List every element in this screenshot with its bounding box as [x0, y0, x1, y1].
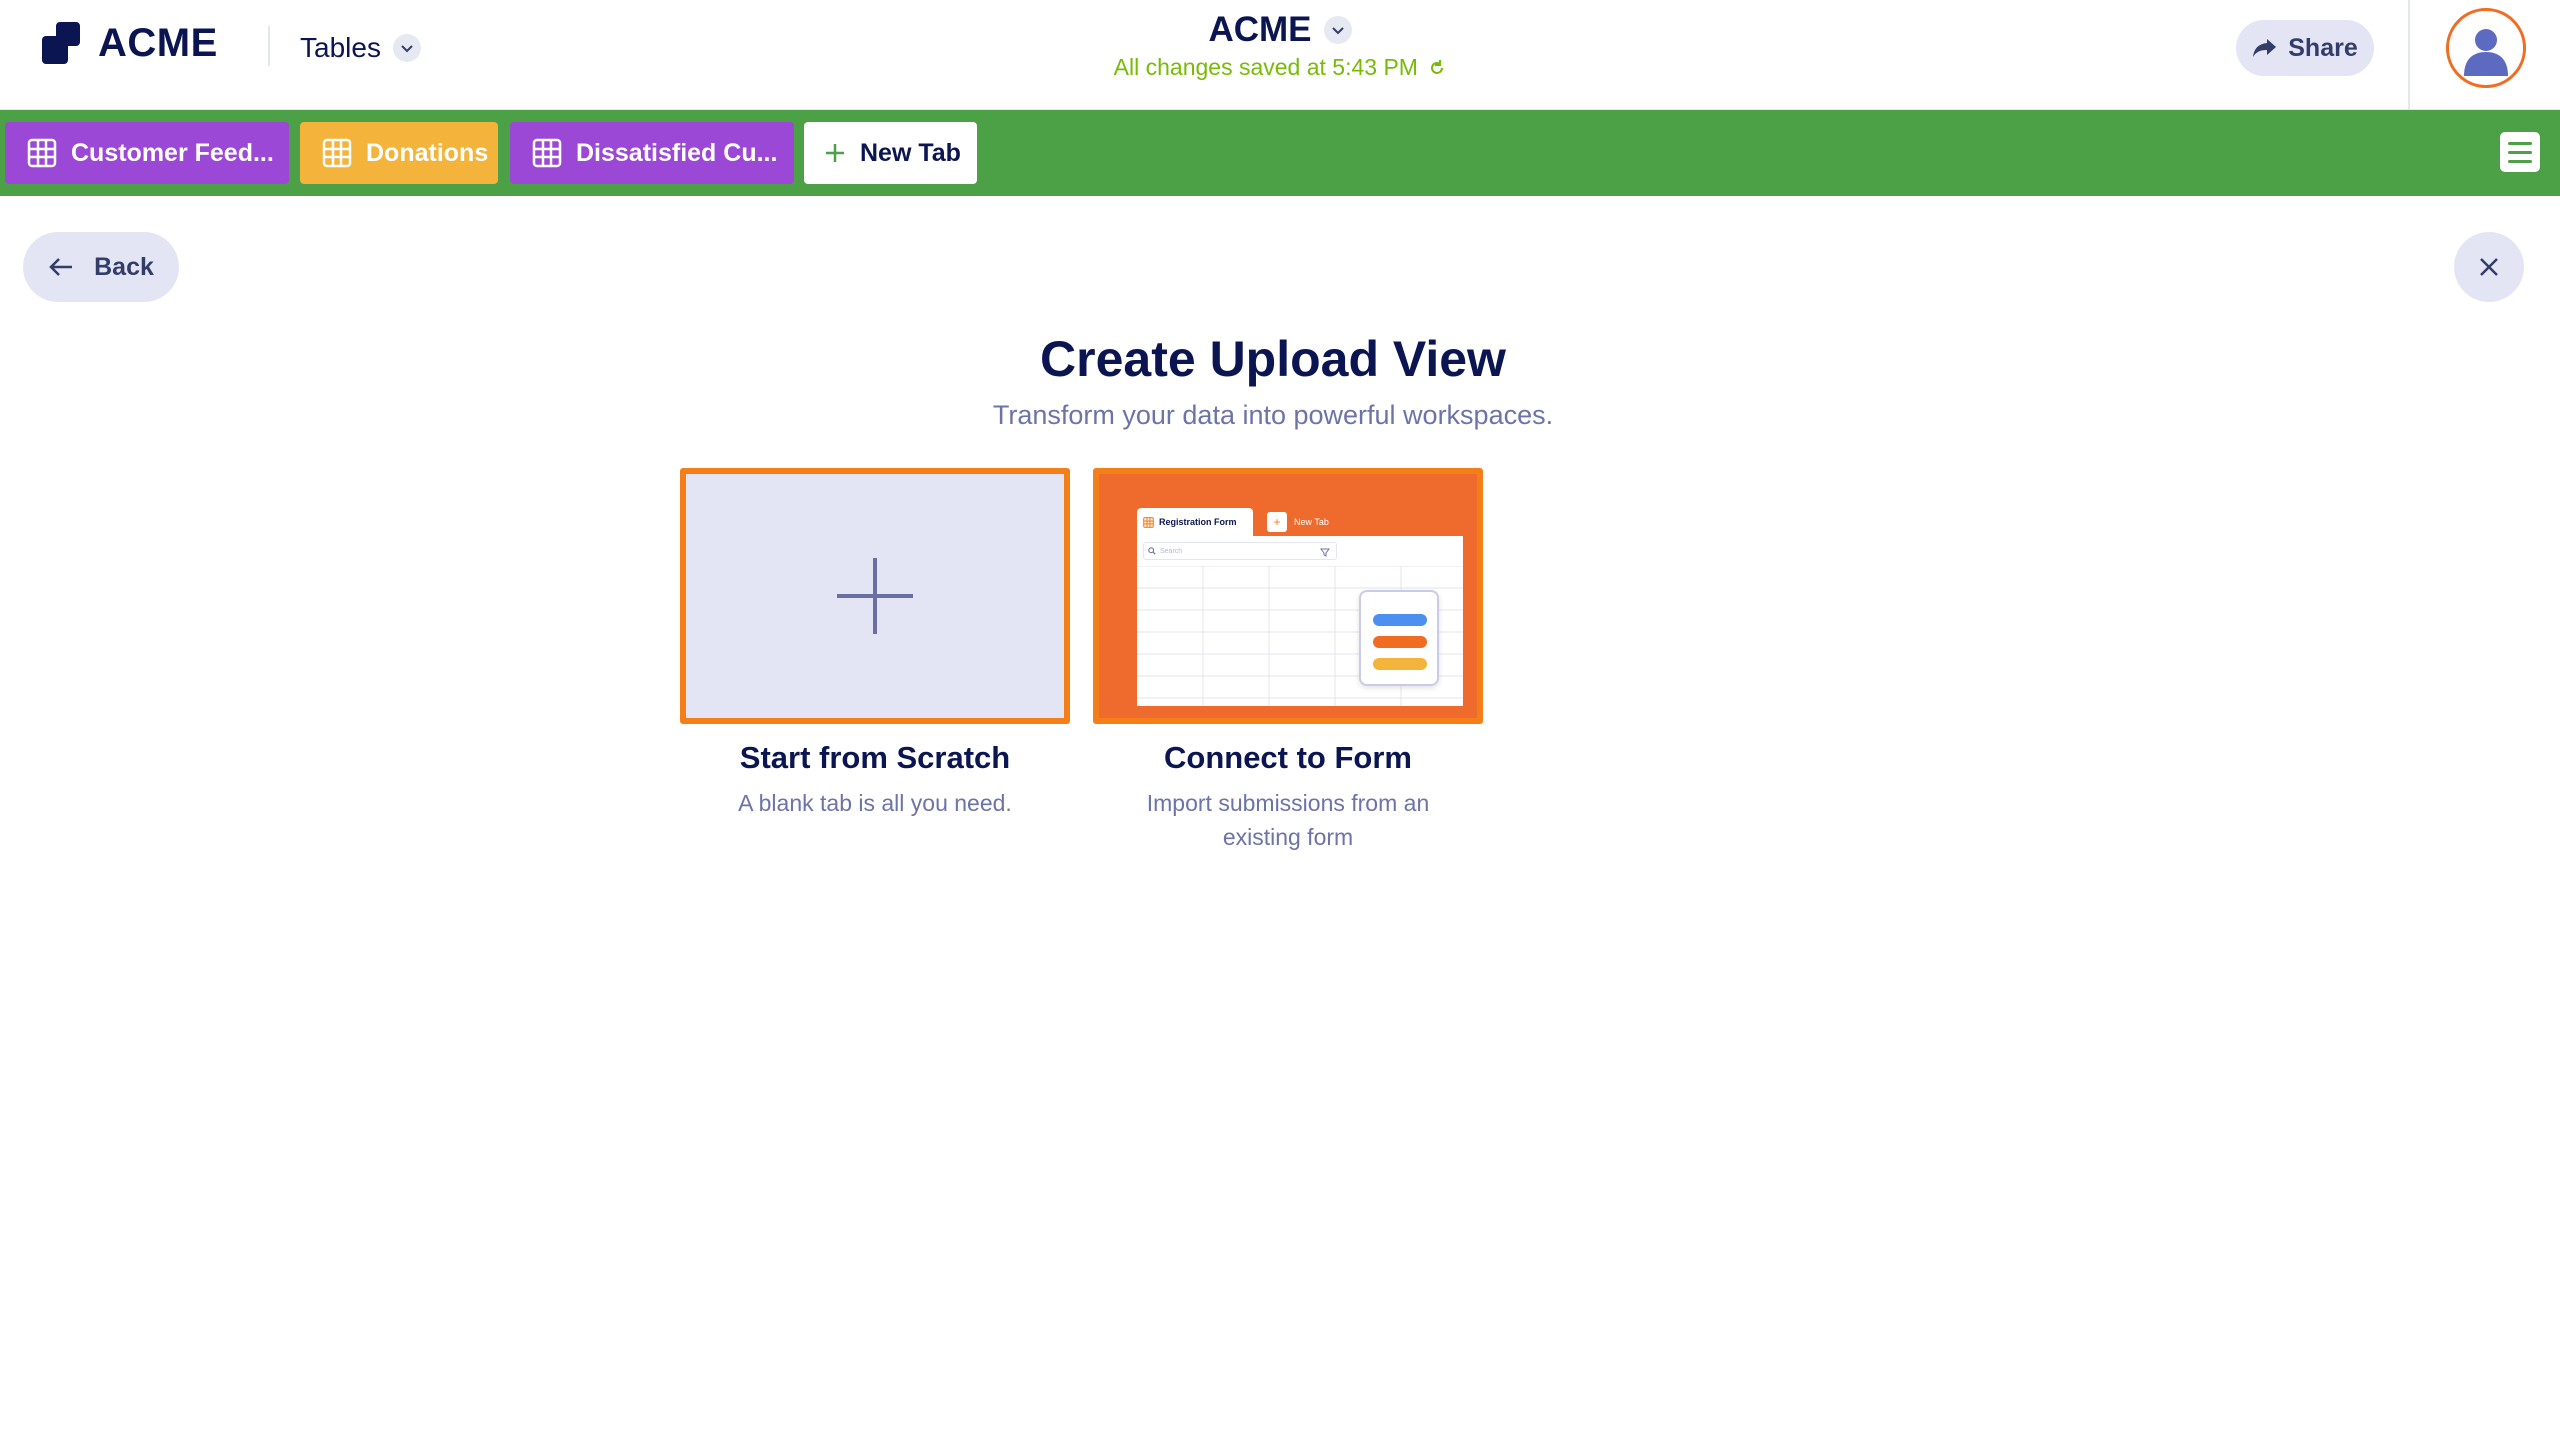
- new-tab-label: New Tab: [860, 138, 961, 167]
- back-label: Back: [94, 252, 154, 281]
- option-description-line: Import submissions from an: [1146, 790, 1430, 816]
- app-title-block: ACME All changes saved at 5:43 PM: [1080, 10, 1480, 81]
- chevron-down-icon: [392, 34, 421, 62]
- filter-icon: [1319, 545, 1331, 557]
- top-header: ACME Tables ACME All changes saved at 5:…: [0, 0, 2560, 110]
- connect-form-preview[interactable]: Registration Form + New Tab Search: [1093, 468, 1483, 724]
- table-grid-icon: [1143, 516, 1154, 528]
- close-icon: [2480, 258, 2498, 276]
- preview-new-tab: + New Tab: [1267, 512, 1329, 532]
- share-button[interactable]: Share: [2236, 20, 2374, 76]
- save-status: All changes saved at 5:43 PM: [1080, 54, 1480, 81]
- close-button[interactable]: [2454, 232, 2524, 302]
- share-arrow-icon: [2253, 39, 2277, 57]
- logo-mark-icon: [42, 20, 90, 66]
- tab-donations[interactable]: Donations: [300, 122, 498, 184]
- new-tab-button[interactable]: New Tab: [804, 122, 977, 184]
- option-description: A blank tab is all you need.: [738, 790, 1012, 816]
- plus-icon: [826, 144, 844, 162]
- app-name: ACME: [1208, 10, 1312, 49]
- option-start-from-scratch[interactable]: Start from Scratch A blank tab is all yo…: [680, 468, 1070, 820]
- option-title: Start from Scratch: [739, 740, 1011, 775]
- table-grid-icon: [532, 138, 562, 168]
- tab-label: Dissatisfied Cu...: [576, 138, 778, 167]
- table-grid-icon: [322, 138, 352, 168]
- preview-table: Search: [1137, 536, 1463, 706]
- tab-customer-feedback[interactable]: Customer Feed...: [5, 122, 289, 184]
- preview-form-widget: [1359, 590, 1439, 686]
- tab-label: Donations: [366, 138, 489, 167]
- option-description-line: existing form: [1222, 824, 1354, 850]
- header-divider: [268, 26, 270, 66]
- product-selector-label: Tables: [300, 32, 381, 63]
- hamburger-menu-icon[interactable]: [2500, 132, 2540, 172]
- preview-new-tab-label: New Tab: [1294, 517, 1329, 527]
- header-vertical-divider: [2408, 0, 2410, 110]
- plus-icon: [837, 558, 913, 634]
- option-title: Connect to Form: [1164, 740, 1412, 775]
- option-description: Import submissions from an existing form: [1093, 786, 1483, 854]
- user-icon: [2464, 29, 2508, 76]
- preview-tab: Registration Form: [1137, 508, 1253, 536]
- search-icon: [1148, 547, 1156, 555]
- app-name-selector[interactable]: ACME: [1208, 10, 1352, 50]
- scratch-preview[interactable]: [680, 468, 1070, 724]
- preview-search: Search: [1143, 542, 1337, 560]
- chevron-down-icon: [1323, 16, 1352, 44]
- share-label: Share: [2288, 33, 2358, 62]
- refresh-icon: [1431, 60, 1444, 74]
- tab-label: Customer Feed...: [71, 138, 274, 167]
- user-avatar[interactable]: [2446, 8, 2526, 88]
- page-title: Create Upload View: [1040, 331, 1506, 387]
- tab-dissatisfied-customers[interactable]: Dissatisfied Cu...: [510, 122, 794, 184]
- plus-icon: +: [1267, 512, 1287, 532]
- page-subtitle: Transform your data into powerful worksp…: [992, 400, 1554, 430]
- logo-text: ACME: [98, 20, 218, 65]
- arrow-left-icon: [49, 258, 73, 276]
- option-connect-to-form[interactable]: Registration Form + New Tab Search Conne…: [1093, 468, 1483, 854]
- save-status-text: All changes saved at 5:43 PM: [1113, 54, 1418, 80]
- preview-tab-label: Registration Form: [1159, 517, 1237, 527]
- preview-search-placeholder: Search: [1160, 547, 1183, 555]
- tab-bar: Customer Feed... Donations Dissatisfied …: [0, 110, 2560, 196]
- product-selector[interactable]: Tables: [300, 28, 421, 68]
- table-grid-icon: [27, 138, 57, 168]
- back-button[interactable]: Back: [23, 232, 179, 302]
- acme-logo[interactable]: ACME: [42, 18, 218, 68]
